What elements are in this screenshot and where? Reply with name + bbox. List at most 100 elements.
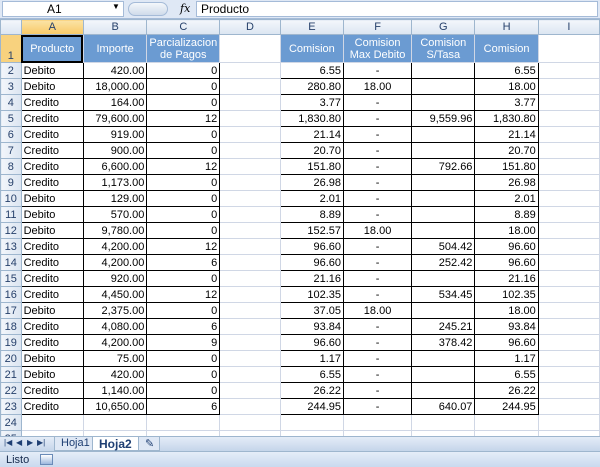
cell-b7[interactable]: 900.00 bbox=[82, 142, 148, 159]
cell-d8[interactable] bbox=[219, 158, 281, 175]
header-cell-e[interactable]: Comision bbox=[279, 34, 345, 63]
cell-e18[interactable]: 93.84 bbox=[279, 318, 345, 335]
cell-e11[interactable]: 8.89 bbox=[279, 206, 345, 223]
name-box[interactable]: A1 bbox=[2, 1, 124, 17]
formula-input[interactable]: Producto bbox=[196, 1, 598, 17]
row-header-12[interactable]: 12 bbox=[0, 222, 22, 239]
header-cell-g[interactable]: Comision S/Tasa bbox=[411, 34, 476, 63]
cell-d9[interactable] bbox=[219, 174, 281, 191]
cell-d3[interactable] bbox=[219, 78, 281, 95]
cell-b20[interactable]: 75.00 bbox=[82, 350, 148, 367]
cell-c3[interactable]: 0 bbox=[146, 78, 221, 95]
column-header-g[interactable]: G bbox=[411, 19, 476, 35]
column-header-e[interactable]: E bbox=[279, 19, 345, 35]
cell-a10[interactable]: Debito bbox=[20, 190, 84, 207]
cell-d5[interactable] bbox=[219, 110, 281, 127]
cell-i12[interactable] bbox=[537, 222, 600, 239]
cell-d23[interactable] bbox=[219, 398, 281, 415]
cell-f11[interactable]: - bbox=[343, 206, 413, 223]
cell-c21[interactable]: 0 bbox=[146, 366, 221, 383]
cell-b3[interactable]: 18,000.00 bbox=[82, 78, 148, 95]
row-header-5[interactable]: 5 bbox=[0, 110, 22, 127]
cell-g7[interactable] bbox=[411, 142, 476, 159]
cell-e12[interactable]: 152.57 bbox=[279, 222, 345, 239]
cell-g19[interactable]: 378.42 bbox=[411, 334, 476, 351]
cell-g18[interactable]: 245.21 bbox=[411, 318, 476, 335]
cell-i1[interactable] bbox=[537, 34, 600, 63]
cell-g8[interactable]: 792.66 bbox=[411, 158, 476, 175]
cell-e10[interactable]: 2.01 bbox=[279, 190, 345, 207]
first-sheet-icon[interactable]: |◀ bbox=[4, 438, 12, 447]
cell-f16[interactable]: - bbox=[343, 286, 413, 303]
cell-b18[interactable]: 4,080.00 bbox=[82, 318, 148, 335]
cell-a24[interactable] bbox=[20, 414, 84, 431]
cell-f13[interactable]: - bbox=[343, 238, 413, 255]
row-header-24[interactable]: 24 bbox=[0, 414, 22, 431]
cell-d21[interactable] bbox=[219, 366, 281, 383]
cell-c4[interactable]: 0 bbox=[146, 94, 221, 111]
header-cell-f[interactable]: Comision Max Debito bbox=[343, 34, 413, 63]
cell-e15[interactable]: 21.16 bbox=[279, 270, 345, 287]
cell-i8[interactable] bbox=[537, 158, 600, 175]
cell-i21[interactable] bbox=[537, 366, 600, 383]
cell-h22[interactable]: 26.22 bbox=[474, 382, 539, 399]
cell-h6[interactable]: 21.14 bbox=[474, 126, 539, 143]
cell-b11[interactable]: 570.00 bbox=[82, 206, 148, 223]
cell-d2[interactable] bbox=[219, 62, 281, 79]
cell-e17[interactable]: 37.05 bbox=[279, 302, 345, 319]
header-cell-b[interactable]: Importe bbox=[82, 34, 148, 63]
cell-f5[interactable]: - bbox=[343, 110, 413, 127]
cell-h19[interactable]: 96.60 bbox=[474, 334, 539, 351]
cell-h20[interactable]: 1.17 bbox=[474, 350, 539, 367]
column-header-c[interactable]: C bbox=[146, 19, 221, 35]
cell-f8[interactable]: - bbox=[343, 158, 413, 175]
cell-h17[interactable]: 18.00 bbox=[474, 302, 539, 319]
row-header-20[interactable]: 20 bbox=[0, 350, 22, 367]
cell-c22[interactable]: 0 bbox=[146, 382, 221, 399]
cell-h5[interactable]: 1,830.80 bbox=[474, 110, 539, 127]
cell-c7[interactable]: 0 bbox=[146, 142, 221, 159]
cell-i7[interactable] bbox=[537, 142, 600, 159]
cell-e23[interactable]: 244.95 bbox=[279, 398, 345, 415]
row-header-22[interactable]: 22 bbox=[0, 382, 22, 399]
sheet-tab-hoja2[interactable]: Hoja2 bbox=[92, 437, 139, 451]
cell-f6[interactable]: - bbox=[343, 126, 413, 143]
row-header-9[interactable]: 9 bbox=[0, 174, 22, 191]
cell-h8[interactable]: 151.80 bbox=[474, 158, 539, 175]
cell-h11[interactable]: 8.89 bbox=[474, 206, 539, 223]
row-header-4[interactable]: 4 bbox=[0, 94, 22, 111]
cell-h4[interactable]: 3.77 bbox=[474, 94, 539, 111]
macro-record-icon[interactable] bbox=[40, 454, 53, 465]
row-header-16[interactable]: 16 bbox=[0, 286, 22, 303]
cell-f4[interactable]: - bbox=[343, 94, 413, 111]
cell-g5[interactable]: 9,559.96 bbox=[411, 110, 476, 127]
cell-e7[interactable]: 20.70 bbox=[279, 142, 345, 159]
cell-f22[interactable]: - bbox=[343, 382, 413, 399]
row-header-18[interactable]: 18 bbox=[0, 318, 22, 335]
cell-a17[interactable]: Debito bbox=[20, 302, 84, 319]
cell-c20[interactable]: 0 bbox=[146, 350, 221, 367]
cell-h10[interactable]: 2.01 bbox=[474, 190, 539, 207]
cell-h13[interactable]: 96.60 bbox=[474, 238, 539, 255]
cell-d1[interactable] bbox=[219, 34, 281, 63]
cell-g23[interactable]: 640.07 bbox=[411, 398, 476, 415]
cell-e13[interactable]: 96.60 bbox=[279, 238, 345, 255]
last-sheet-icon[interactable]: ▶| bbox=[37, 438, 45, 447]
cell-b22[interactable]: 1,140.00 bbox=[82, 382, 148, 399]
cell-c13[interactable]: 12 bbox=[146, 238, 221, 255]
prev-sheet-icon[interactable]: ◀ bbox=[16, 438, 22, 447]
row-header-1[interactable]: 1 bbox=[0, 34, 22, 63]
cell-f17[interactable]: 18.00 bbox=[343, 302, 413, 319]
cell-f14[interactable]: - bbox=[343, 254, 413, 271]
column-header-h[interactable]: H bbox=[474, 19, 539, 35]
formula-bar-resize-handle[interactable] bbox=[128, 2, 168, 16]
cell-f23[interactable]: - bbox=[343, 398, 413, 415]
cell-e21[interactable]: 6.55 bbox=[279, 366, 345, 383]
cell-a2[interactable]: Debito bbox=[20, 62, 84, 79]
cell-h21[interactable]: 6.55 bbox=[474, 366, 539, 383]
cell-i5[interactable] bbox=[537, 110, 600, 127]
cell-b5[interactable]: 79,600.00 bbox=[82, 110, 148, 127]
cell-a15[interactable]: Credito bbox=[20, 270, 84, 287]
cell-g2[interactable] bbox=[411, 62, 476, 79]
cell-i2[interactable] bbox=[537, 62, 600, 79]
